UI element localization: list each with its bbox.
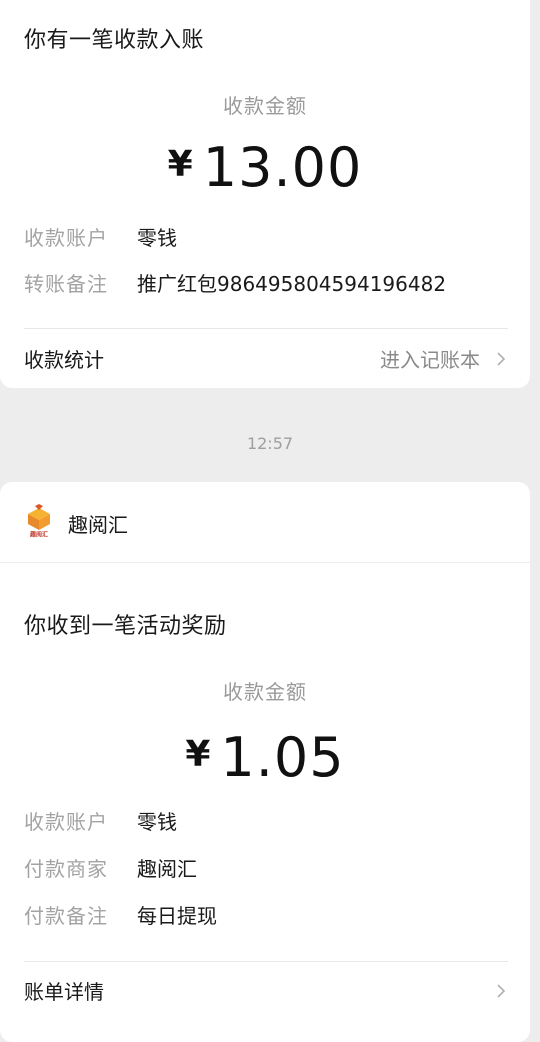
currency-symbol: ¥: [185, 734, 211, 775]
footer-label: 收款统计: [24, 348, 104, 372]
detail-key: 付款备注: [24, 904, 108, 928]
amount-label: 收款金额: [223, 680, 307, 704]
amount-label: 收款金额: [223, 94, 307, 118]
svg-text:趣阅汇: 趣阅汇: [29, 531, 48, 539]
detail-key: 转账备注: [24, 272, 108, 296]
footer-label: 账单详情: [24, 980, 104, 1004]
message-timestamp: 12:57: [246, 434, 294, 453]
receipt-card-1[interactable]: 你有一笔收款入账 收款金额 ¥13.00 收款账户 零钱 转账备注 推广红包98…: [0, 0, 530, 388]
divider: [0, 562, 530, 563]
merchant-header[interactable]: 趣阅汇 趣阅汇: [0, 482, 530, 562]
currency-symbol: ¥: [167, 144, 193, 185]
bill-details-link[interactable]: 账单详情: [0, 962, 530, 1020]
detail-value: 趣阅汇: [137, 857, 197, 881]
amount-value: 13.00: [202, 136, 363, 199]
amount-display: ¥1.05: [0, 726, 530, 789]
detail-value: 每日提现: [137, 904, 217, 928]
amount-value: 1.05: [220, 726, 345, 789]
detail-key: 付款商家: [24, 857, 108, 881]
open-ledger-link[interactable]: 进入记账本: [380, 344, 480, 373]
income-stats-link[interactable]: 收款统计 进入记账本: [0, 330, 530, 388]
chevron-right-icon: [497, 352, 506, 366]
detail-value: 推广红包9864958045941964​82: [137, 272, 447, 296]
detail-value: 零钱: [137, 810, 177, 834]
merchant-name: 趣阅汇: [68, 513, 128, 537]
merchant-logo-icon: 趣阅汇: [25, 504, 53, 539]
card-title: 你有一笔收款入账: [24, 28, 205, 53]
divider: [24, 328, 508, 329]
detail-value: 零钱: [137, 226, 177, 250]
detail-key: 收款账户: [24, 810, 108, 834]
amount-display: ¥13.00: [0, 136, 530, 199]
receipt-card-2[interactable]: 趣阅汇 趣阅汇 你收到一笔活动奖励 收款金额 ¥1.05 收款账户 零钱 付款商…: [0, 482, 530, 1042]
detail-key: 收款账户: [24, 226, 108, 250]
chevron-right-icon: [497, 984, 506, 998]
card-title: 你收到一笔活动奖励: [24, 614, 227, 639]
